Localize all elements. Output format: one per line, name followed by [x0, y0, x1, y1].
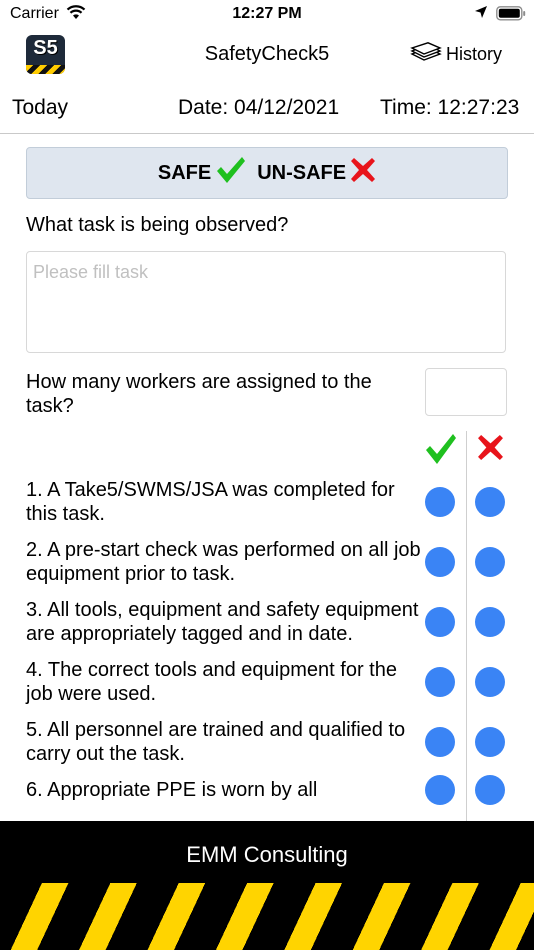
safe-radio-button[interactable]: [425, 487, 455, 517]
red-cross-icon: [350, 157, 376, 189]
time-label: Time: 12:27:23: [380, 96, 520, 119]
checklist-item: 1. A Take5/SWMS/JSA was completed for th…: [0, 478, 534, 526]
location-arrow-icon: [474, 5, 488, 24]
safe-radio-button[interactable]: [425, 607, 455, 637]
checklist-item-text: 5. All personnel are trained and qualifi…: [26, 719, 406, 765]
safe-radio-button[interactable]: [425, 547, 455, 577]
unsafe-radio-button[interactable]: [475, 547, 505, 577]
status-time: 12:27 PM: [232, 5, 302, 22]
checklist-item: 3. All tools, equipment and safety equip…: [0, 598, 534, 646]
task-question-label: What task is being observed?: [26, 214, 289, 236]
history-label: History: [446, 44, 503, 64]
unsafe-legend: UN-SAFE: [257, 157, 376, 189]
unsafe-radio-button[interactable]: [475, 667, 505, 697]
task-input[interactable]: [26, 251, 506, 353]
company-name: EMM Consulting: [186, 842, 348, 867]
unsafe-radio-button[interactable]: [475, 727, 505, 757]
workers-count-input[interactable]: [425, 368, 507, 416]
checklist-item-text: 6. Appropriate PPE is worn by all: [26, 779, 318, 801]
safe-column-check-icon: [424, 432, 458, 471]
header-divider: [0, 133, 534, 134]
hazard-stripes: [0, 883, 534, 950]
footer-banner: EMM Consulting: [0, 821, 534, 950]
today-label: Today: [12, 96, 69, 119]
safe-legend: SAFE: [158, 155, 247, 191]
app-logo-hazard-stripe: [26, 65, 65, 74]
checklist-item-text: 1. A Take5/SWMS/JSA was completed for th…: [26, 479, 395, 525]
unsafe-column-cross-icon: [477, 434, 504, 466]
checklist-item: 6. Appropriate PPE is worn by all: [0, 775, 534, 805]
unsafe-radio-button[interactable]: [475, 775, 505, 805]
history-button[interactable]: History: [410, 42, 502, 67]
green-check-icon: [215, 155, 247, 191]
safe-radio-button[interactable]: [425, 775, 455, 805]
checklist-item: 5. All personnel are trained and qualifi…: [0, 718, 534, 766]
checklist: 1. A Take5/SWMS/JSA was completed for th…: [0, 478, 534, 814]
battery-icon: [496, 6, 526, 26]
checklist-item-text: 3. All tools, equipment and safety equip…: [26, 599, 419, 645]
status-bar: Carrier 12:27 PM: [0, 0, 534, 28]
date-label: Date: 04/12/2021: [178, 96, 340, 119]
safe-unsafe-legend: SAFE UN-SAFE: [26, 147, 508, 199]
stack-of-papers-icon: [410, 42, 442, 67]
safe-radio-button[interactable]: [425, 727, 455, 757]
checklist-item: 2. A pre-start check was performed on al…: [0, 538, 534, 586]
workers-question-label: How many workers are assigned to the tas…: [26, 371, 372, 417]
safe-label: SAFE: [157, 161, 212, 184]
unsafe-radio-button[interactable]: [475, 607, 505, 637]
unsafe-label: UN-SAFE: [257, 161, 347, 184]
checklist-item-text: 4. The correct tools and equipment for t…: [26, 659, 397, 705]
checklist-item: 4. The correct tools and equipment for t…: [0, 658, 534, 706]
unsafe-radio-button[interactable]: [475, 487, 505, 517]
date-time-row: Today Date: 04/12/2021 Time: 12:27:23: [0, 96, 534, 122]
checklist-item-text: 2. A pre-start check was performed on al…: [26, 539, 421, 585]
navigation-bar: S5 SafetyCheck5 History: [0, 30, 534, 80]
safe-radio-button[interactable]: [425, 667, 455, 697]
